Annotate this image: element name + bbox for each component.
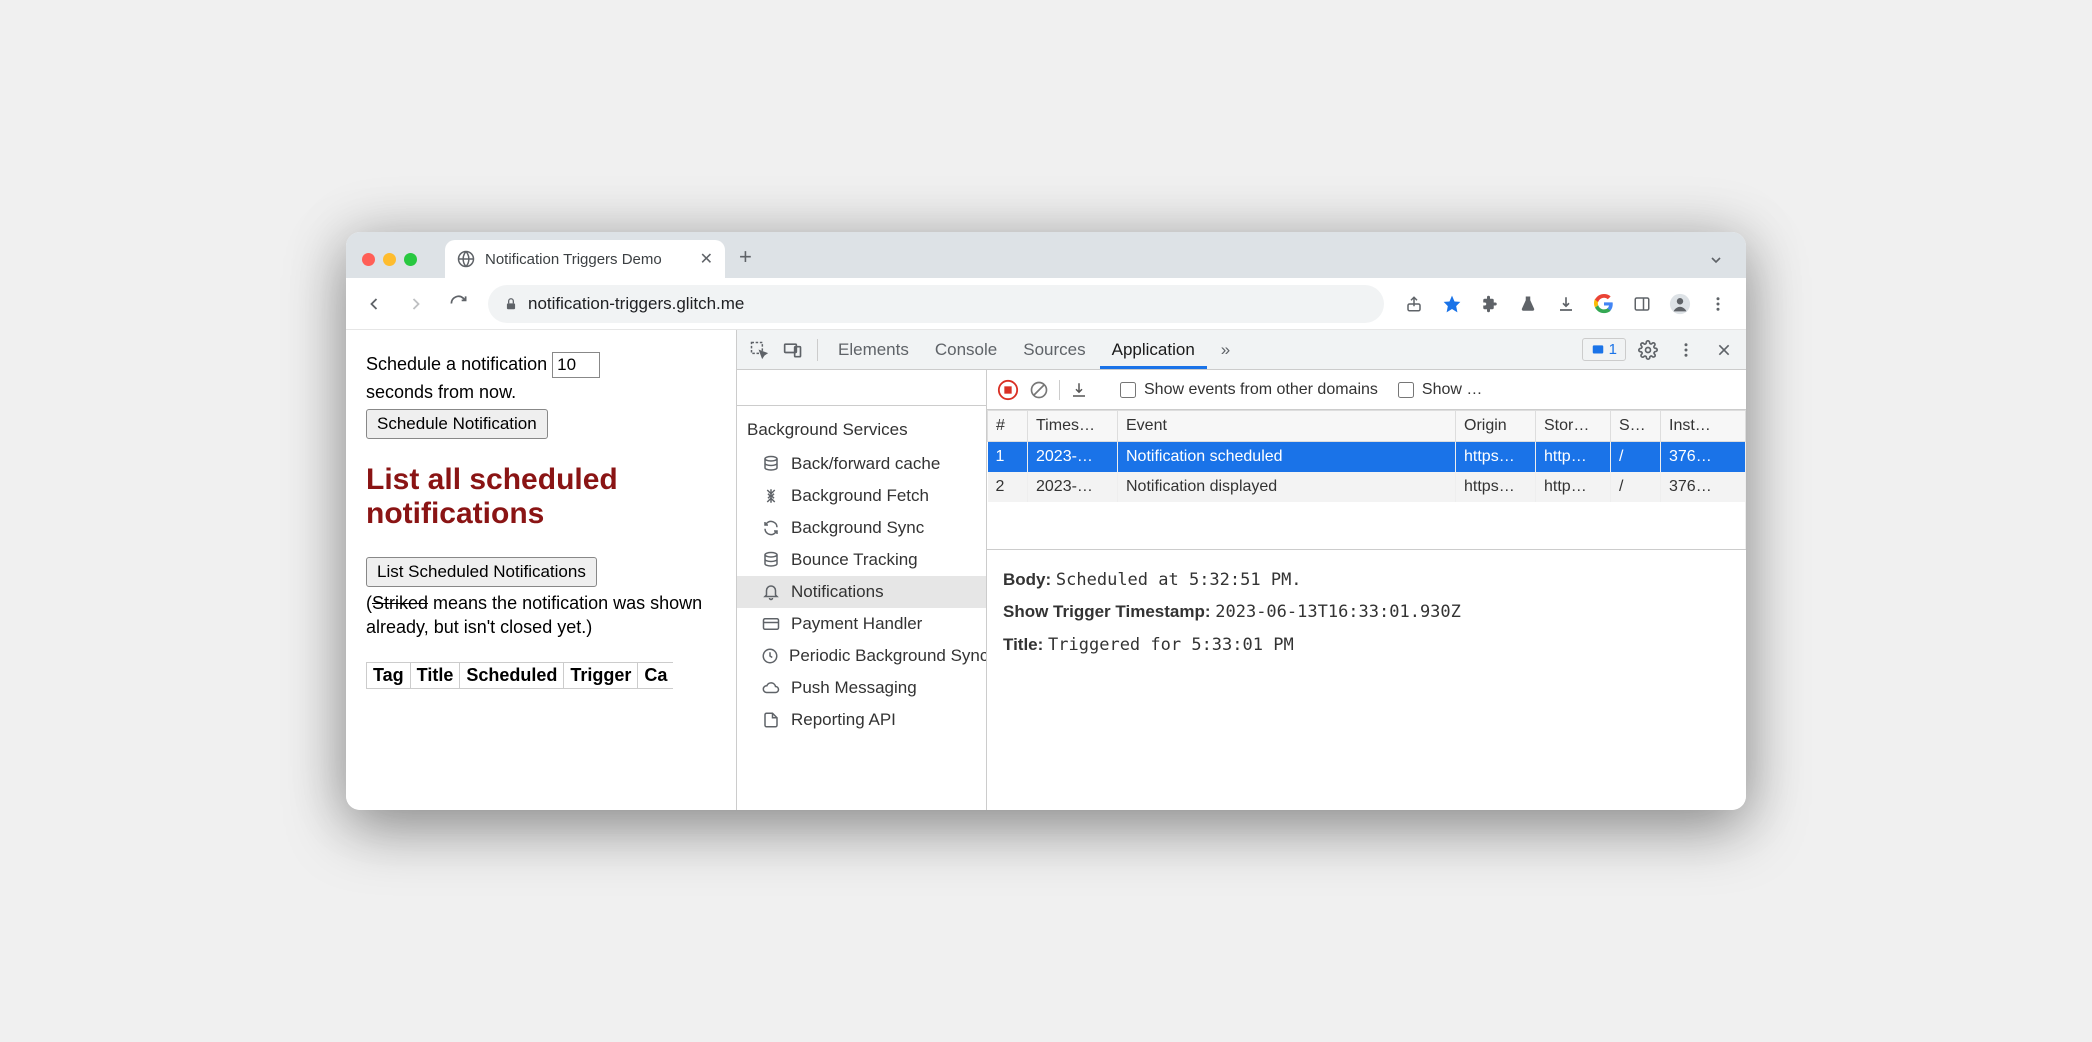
- web-page: Schedule a notification seconds from now…: [346, 330, 736, 810]
- close-tab-button[interactable]: ✕: [700, 249, 713, 269]
- minimize-window-button[interactable]: [383, 253, 396, 266]
- events-header-row[interactable]: # Times… Event Origin Stor… S… Inst…: [988, 411, 1746, 442]
- tabs-overflow-button[interactable]: [1698, 252, 1734, 278]
- events-toolbar: Show events from other domains Show …: [987, 370, 1746, 410]
- sync-icon: [761, 519, 781, 537]
- devtools-kebab-icon[interactable]: [1670, 334, 1702, 366]
- toolbar-actions: [1396, 286, 1736, 322]
- event-row[interactable]: 2 2023-… Notification displayed https… h…: [988, 472, 1746, 502]
- back-button[interactable]: [356, 286, 392, 322]
- sidebar-item-payment-handler[interactable]: Payment Handler: [737, 608, 986, 640]
- content-area: Schedule a notification seconds from now…: [346, 330, 1746, 810]
- browser-tab[interactable]: Notification Triggers Demo ✕: [445, 240, 725, 278]
- detail-title-key: Title:: [1003, 635, 1043, 654]
- database-icon: [761, 551, 781, 569]
- section-heading: List all scheduled notifications: [366, 463, 716, 531]
- sidebar-item-notifications[interactable]: Notifications: [737, 576, 986, 608]
- forward-button[interactable]: [398, 286, 434, 322]
- bookmark-star-icon[interactable]: [1434, 286, 1470, 322]
- new-tab-button[interactable]: +: [725, 244, 766, 278]
- sidebar-item-background-fetch[interactable]: Background Fetch: [737, 480, 986, 512]
- detail-body-key: Body:: [1003, 570, 1051, 589]
- schedule-notification-button[interactable]: Schedule Notification: [366, 409, 548, 439]
- extensions-icon[interactable]: [1472, 286, 1508, 322]
- detail-body-value: Scheduled at 5:32:51 PM.: [1056, 570, 1302, 590]
- notifications-table-header: Tag Title Scheduled Trigger Ca: [366, 662, 673, 689]
- schedule-label-prefix: Schedule a notification: [366, 354, 547, 374]
- sidebar-item-periodic-sync[interactable]: Periodic Background Sync: [737, 640, 986, 672]
- maximize-window-button[interactable]: [404, 253, 417, 266]
- show-other-domains-checkbox[interactable]: Show events from other domains: [1120, 381, 1378, 399]
- globe-icon: [457, 250, 475, 268]
- save-button[interactable]: [1070, 381, 1088, 399]
- tabs-more[interactable]: »: [1209, 331, 1242, 369]
- downloads-icon[interactable]: [1548, 286, 1584, 322]
- seconds-input[interactable]: [552, 352, 600, 378]
- sidebar-item-reporting-api[interactable]: Reporting API: [737, 704, 986, 736]
- sidebar-item-back-forward-cache[interactable]: Back/forward cache: [737, 448, 986, 480]
- detail-trigger-value: 2023-06-13T16:33:01.930Z: [1215, 602, 1461, 622]
- settings-gear-icon[interactable]: [1632, 334, 1664, 366]
- event-row[interactable]: 1 2023-… Notification scheduled https… h…: [988, 442, 1746, 473]
- fetch-icon: [761, 487, 781, 505]
- clock-icon: [761, 647, 779, 665]
- browser-window: Notification Triggers Demo ✕ + notificat…: [346, 232, 1746, 810]
- issues-badge[interactable]: 1: [1582, 338, 1626, 361]
- device-toolbar-icon[interactable]: [777, 334, 809, 366]
- reload-button[interactable]: [440, 286, 476, 322]
- record-button[interactable]: [997, 379, 1019, 401]
- cloud-icon: [761, 679, 781, 697]
- events-table: # Times… Event Origin Stor… S… Inst…: [987, 410, 1746, 550]
- tab-console[interactable]: Console: [923, 331, 1009, 369]
- credit-card-icon: [761, 615, 781, 633]
- note-striked: Striked: [372, 593, 428, 613]
- kebab-menu-icon[interactable]: [1700, 286, 1736, 322]
- sidebar-group-label: Background Services: [737, 406, 986, 448]
- schedule-label-suffix: seconds from now.: [366, 382, 716, 403]
- events-panel: Show events from other domains Show …: [987, 370, 1746, 810]
- profile-icon[interactable]: [1662, 286, 1698, 322]
- sidebar-item-bounce-tracking[interactable]: Bounce Tracking: [737, 544, 986, 576]
- tab-strip: Notification Triggers Demo ✕ +: [346, 232, 1746, 278]
- tab-sources[interactable]: Sources: [1011, 331, 1097, 369]
- tab-title: Notification Triggers Demo: [485, 251, 662, 268]
- google-icon[interactable]: [1586, 286, 1622, 322]
- detail-title-value: Triggered for 5:33:01 PM: [1048, 635, 1294, 655]
- clear-button[interactable]: [1029, 380, 1049, 400]
- side-panel-icon[interactable]: [1624, 286, 1660, 322]
- devtools-panel: Elements Console Sources Application » 1: [736, 330, 1746, 810]
- document-icon: [761, 711, 781, 729]
- tab-application[interactable]: Application: [1100, 331, 1207, 369]
- close-devtools-button[interactable]: [1708, 334, 1740, 366]
- devtools-tabs: Elements Console Sources Application » 1: [737, 330, 1746, 370]
- event-details: Body: Scheduled at 5:32:51 PM. Show Trig…: [987, 550, 1746, 675]
- list-notifications-button[interactable]: List Scheduled Notifications: [366, 557, 597, 587]
- browser-toolbar: notification-triggers.glitch.me: [346, 278, 1746, 330]
- application-sidebar: Background Services Back/forward cache B…: [737, 370, 987, 810]
- window-controls: [358, 253, 425, 278]
- flask-icon[interactable]: [1510, 286, 1546, 322]
- show-truncated-checkbox[interactable]: Show …: [1398, 381, 1482, 399]
- url-text: notification-triggers.glitch.me: [528, 294, 744, 314]
- address-bar[interactable]: notification-triggers.glitch.me: [488, 285, 1384, 323]
- tab-elements[interactable]: Elements: [826, 331, 921, 369]
- lock-icon: [504, 297, 518, 311]
- note-text: (Striked means the notification was show…: [366, 591, 716, 640]
- sidebar-item-push-messaging[interactable]: Push Messaging: [737, 672, 986, 704]
- bell-icon: [761, 583, 781, 601]
- share-icon[interactable]: [1396, 286, 1432, 322]
- close-window-button[interactable]: [362, 253, 375, 266]
- sidebar-item-background-sync[interactable]: Background Sync: [737, 512, 986, 544]
- database-icon: [761, 455, 781, 473]
- detail-trigger-key: Show Trigger Timestamp:: [1003, 602, 1211, 621]
- inspect-element-icon[interactable]: [743, 334, 775, 366]
